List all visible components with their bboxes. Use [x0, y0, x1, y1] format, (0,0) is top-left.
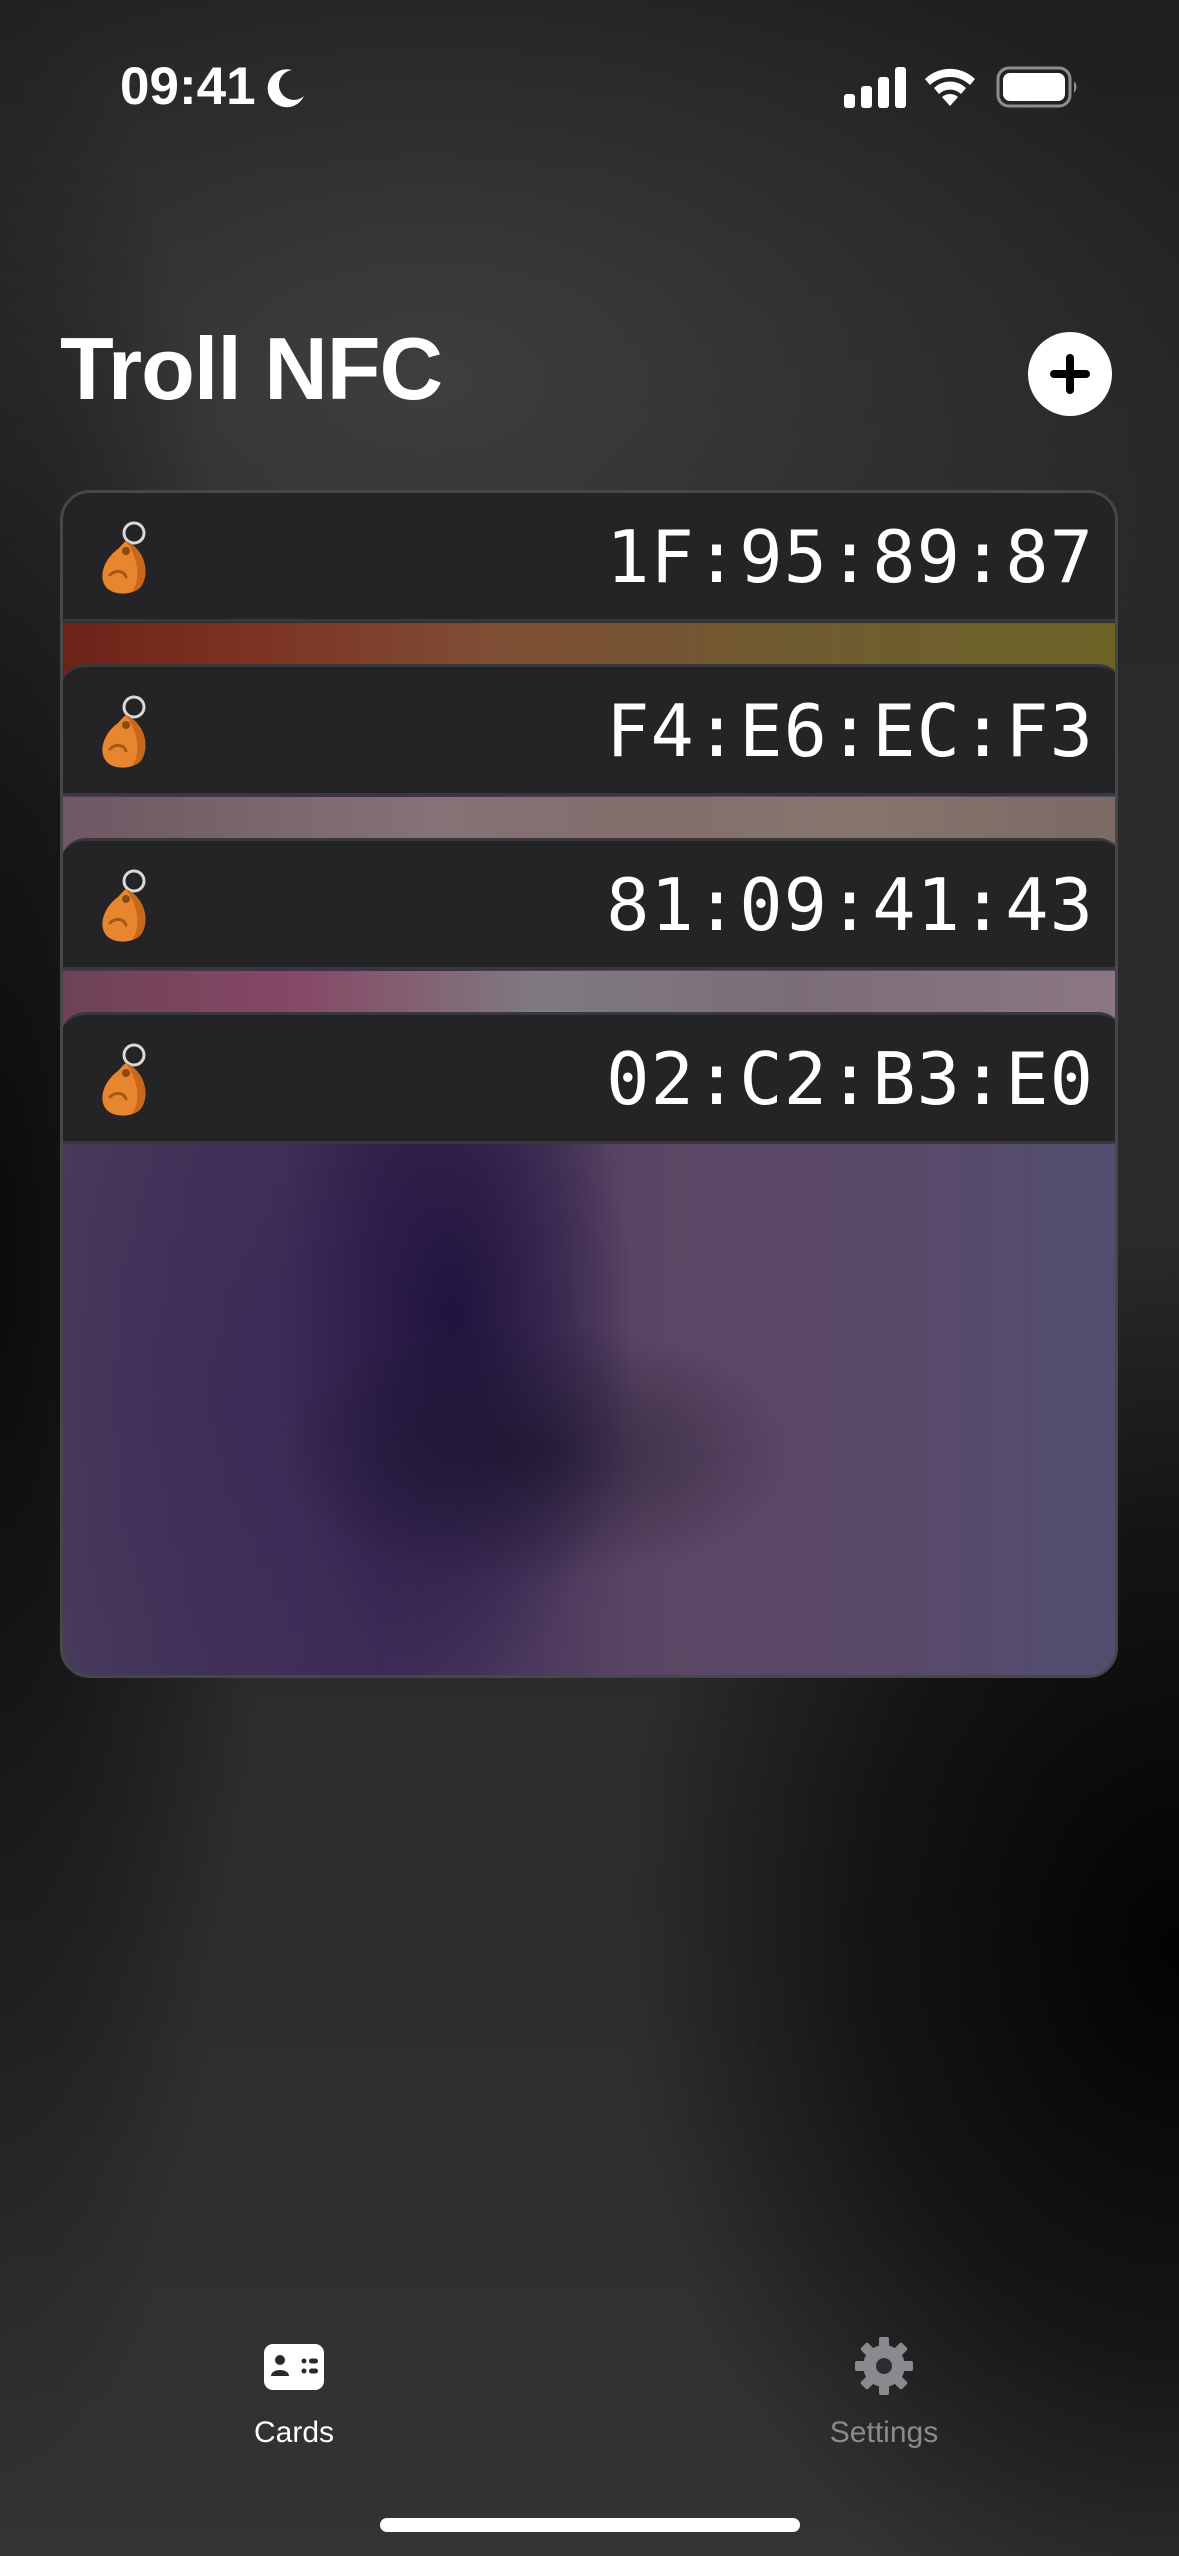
tab-settings[interactable]: Settings: [764, 2336, 1004, 2476]
key-fob-icon: [102, 869, 146, 942]
card-uid: F4:E6:EC:F3: [606, 689, 1094, 773]
person-card-icon: [264, 2344, 324, 2390]
card-uid: 1F:95:89:87: [606, 515, 1094, 599]
tab-label: Cards: [253, 2416, 335, 2449]
status-time: 09:41: [120, 57, 256, 116]
battery-icon: [996, 66, 1077, 108]
tab-label: Settings: [829, 2416, 939, 2449]
add-card-button[interactable]: [1028, 332, 1112, 416]
card-stack: 1F:95:89:87 F4:E6:EC:F3 81:09:41:43 02:C…: [60, 490, 1118, 1678]
home-indicator[interactable]: [380, 2518, 800, 2532]
tab-cards[interactable]: Cards: [174, 2336, 414, 2476]
moon-icon: [267, 69, 304, 108]
key-fob-icon: [102, 521, 146, 594]
card-item[interactable]: 1F:95:89:87: [63, 493, 1115, 622]
page-title: Troll NFC: [60, 319, 443, 418]
gear-icon: [855, 2337, 913, 2395]
wifi-icon: [925, 68, 975, 106]
card-item[interactable]: F4:E6:EC:F3: [63, 664, 1115, 796]
card-item[interactable]: 02:C2:B3:E0: [63, 1012, 1115, 1144]
key-fob-icon: [102, 695, 146, 768]
tab-bar: Cards Settings: [0, 2290, 1179, 2490]
cellular-signal-icon: [844, 67, 906, 108]
status-bar: 09:41: [0, 0, 1179, 170]
card-item[interactable]: 81:09:41:43: [63, 838, 1115, 970]
card-uid: 02:C2:B3:E0: [606, 1037, 1094, 1121]
key-fob-icon: [102, 1043, 146, 1116]
card-uid: 81:09:41:43: [606, 863, 1094, 947]
plus-icon: [1050, 354, 1090, 394]
